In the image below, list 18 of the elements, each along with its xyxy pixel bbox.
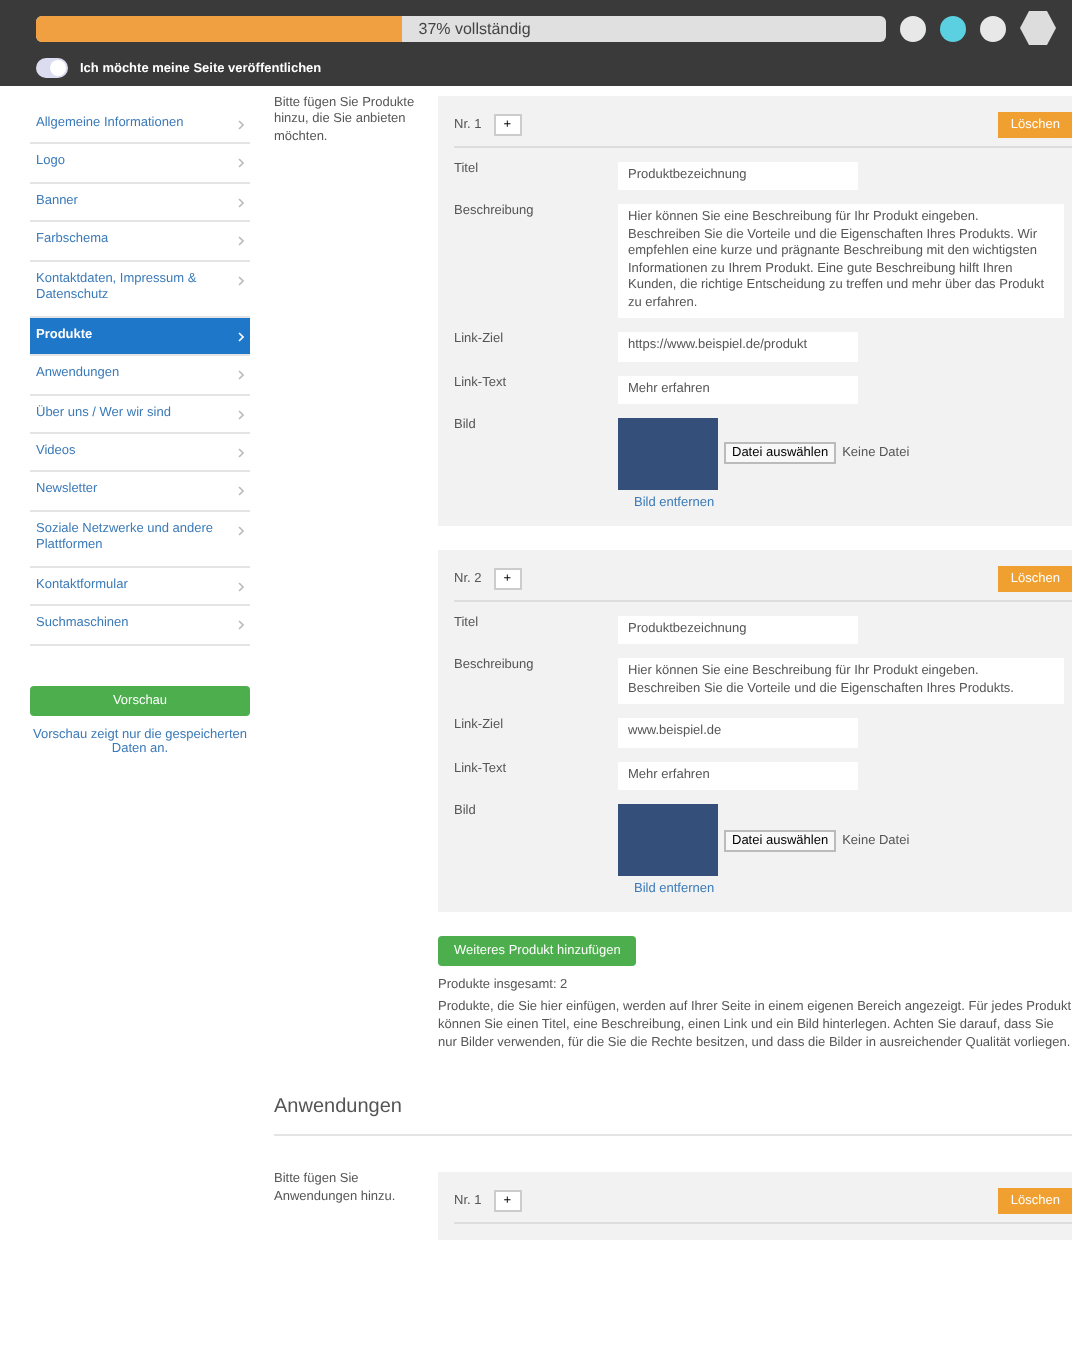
chevron-right-icon: [238, 447, 244, 458]
chevron-right-icon: [238, 409, 244, 419]
chevron-right-icon: [238, 581, 244, 592]
chevron-right-icon: [238, 486, 244, 497]
toggle-switch[interactable]: [36, 58, 68, 78]
chevron-right-icon: [238, 331, 244, 342]
chevron-right-icon: [238, 370, 244, 381]
chevron-right-icon: [238, 275, 244, 286]
section-title: Anwendungen: [274, 1096, 1072, 1137]
photo-placeholder: [618, 417, 718, 490]
chevron-right-icon: [238, 158, 244, 169]
chevron-right-icon: [238, 120, 244, 130]
chevron-right-icon: [238, 620, 244, 631]
chevron-right-icon: [238, 525, 244, 536]
progress-label: 37% vollständig: [418, 19, 531, 37]
chevron-right-icon: [238, 197, 244, 208]
photo-placeholder: [618, 804, 718, 877]
chevron-right-icon: [238, 236, 244, 247]
